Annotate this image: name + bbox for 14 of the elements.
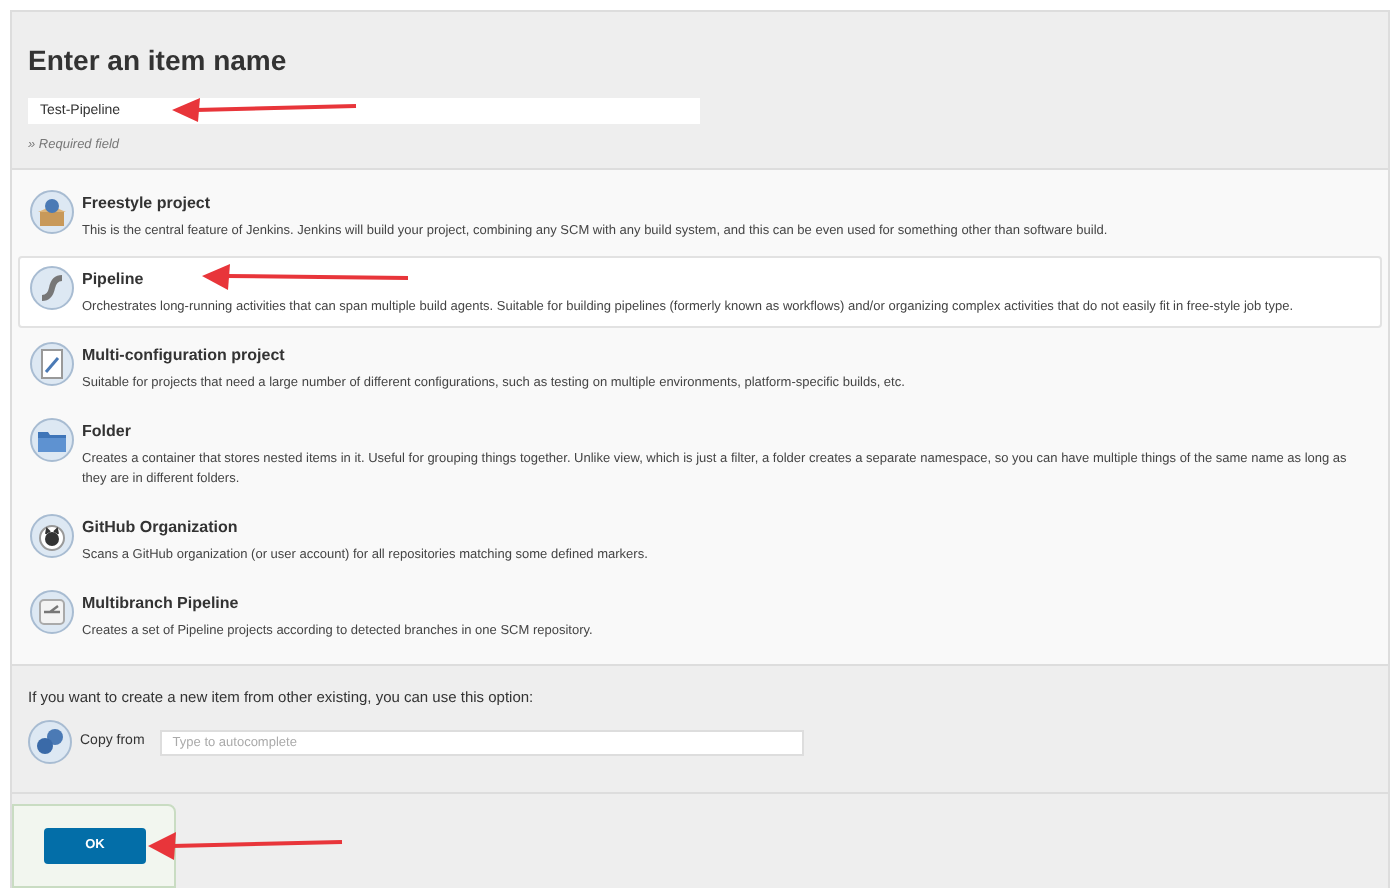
box-icon <box>30 189 74 234</box>
document-icon <box>30 341 74 386</box>
copy-icon <box>28 720 72 764</box>
item-type-name: Multibranch Pipeline <box>82 591 239 616</box>
item-type-name: GitHub Organization <box>82 515 238 540</box>
folder-icon <box>30 417 74 462</box>
item-type-name: Pipeline <box>82 267 144 292</box>
page-title: Enter an item name <box>28 42 289 80</box>
pipe-icon <box>30 265 74 310</box>
item-type-name: Folder <box>82 419 131 444</box>
item-type-option[interactable] <box>18 255 1382 328</box>
octocat-icon <box>30 513 74 558</box>
item-type-name: Freestyle project <box>82 191 211 216</box>
item-type-name: Multi-configuration project <box>82 343 285 368</box>
